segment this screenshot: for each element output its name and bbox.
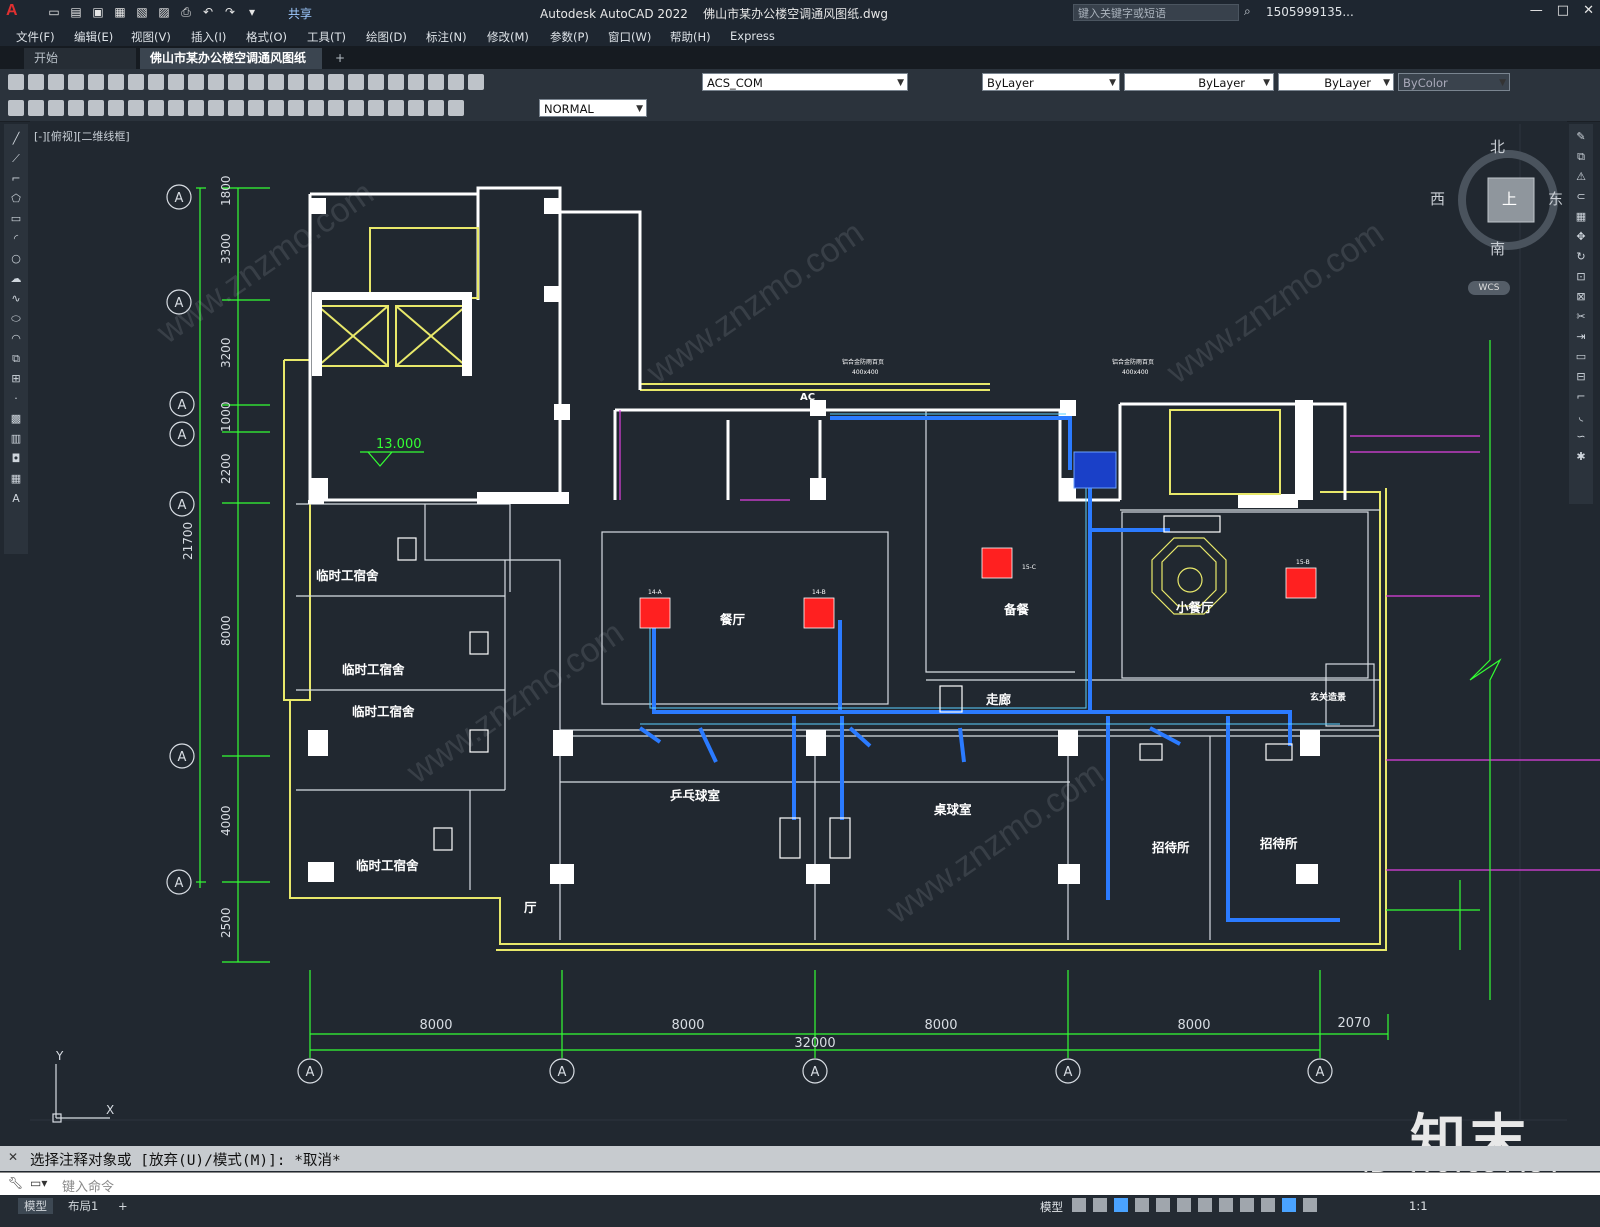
room-label: 乒乓球室: [670, 788, 721, 803]
dim-text: 8000: [1177, 1018, 1210, 1033]
object-snap-icon[interactable]: [1198, 1198, 1212, 1212]
lineweight-icon[interactable]: [1219, 1198, 1233, 1212]
room-label: 临时工宿舍: [352, 704, 415, 719]
grid-bubble-label: A: [558, 1065, 567, 1080]
louver-note: 铝合金防雨百页: [1112, 358, 1154, 366]
air-handler-unit: [1073, 451, 1117, 489]
recent-commands-icon[interactable]: ▭▾: [30, 1176, 47, 1190]
elevation-mark: 13.000: [376, 437, 422, 452]
grid-bubble-label: A: [178, 428, 187, 443]
dim-text: 8000: [419, 1018, 452, 1033]
dim-text: 8000: [924, 1018, 957, 1033]
close-icon[interactable]: ✕: [8, 1150, 18, 1164]
dim-text: 4000: [219, 805, 233, 836]
viewcube-top-face[interactable]: 上: [1502, 188, 1517, 209]
grid-bubble-label: A: [175, 876, 184, 891]
room-label: 走廊: [986, 692, 1012, 707]
grid-bubble-label: A: [178, 398, 187, 413]
grid-bubble-label: A: [175, 191, 184, 206]
status-bar: 模型 布局1 + 模型 1:1: [0, 1196, 1600, 1227]
command-history-text: 选择注释对象或 [放弃(U)/模式(M)]: *取消*: [30, 1153, 341, 1169]
compass-east[interactable]: 东: [1548, 188, 1563, 209]
annotation-visibility-icon[interactable]: [1282, 1198, 1296, 1212]
dim-text: 2070: [1337, 1016, 1370, 1031]
room-label: 小餐厅: [1175, 600, 1214, 615]
snap-icon[interactable]: [1093, 1198, 1107, 1212]
wcs-menu[interactable]: WCS: [1468, 281, 1510, 295]
cad-drawing: A A A A A A A A A A A A 1800 3300 3200 1…: [30, 124, 1600, 1123]
equipment-tag: 14-A: [648, 589, 663, 596]
louver-size: 400x400: [1122, 369, 1149, 376]
ortho-icon[interactable]: [1114, 1198, 1128, 1212]
dim-text: 2200: [219, 453, 233, 484]
dim-text: 3300: [219, 233, 233, 264]
polar-icon[interactable]: [1135, 1198, 1149, 1212]
svg-text:X: X: [106, 1103, 114, 1117]
compass-north[interactable]: 北: [1490, 136, 1505, 157]
louver-note: 铝合金防雨百页: [842, 358, 884, 366]
ucs-icon: [52, 1064, 110, 1123]
viewcube[interactable]: 北 南 东 西 上: [1430, 138, 1566, 259]
room-label: 临时工宿舍: [316, 568, 379, 583]
command-line[interactable]: 🔧︎ ▭▾ 键入命令: [0, 1172, 1600, 1195]
model-space-button[interactable]: 模型: [1040, 1199, 1063, 1215]
dim-text: 8000: [671, 1018, 704, 1033]
selection-cycling-icon[interactable]: [1261, 1198, 1275, 1212]
tab-model[interactable]: 模型: [18, 1198, 53, 1214]
room-label: AC: [800, 392, 815, 403]
room-label: 桌球室: [933, 802, 972, 817]
equipment-tag: 14-B: [812, 589, 826, 596]
grid-bubble-label: A: [178, 498, 187, 513]
svg-text:Y: Y: [55, 1049, 64, 1063]
command-input[interactable]: 键入命令: [62, 1176, 114, 1195]
room-label: 玄关造景: [1310, 691, 1346, 703]
dim-text: 1000: [219, 401, 233, 432]
dim-text: 21700: [181, 522, 195, 560]
dim-total-text: 32000: [794, 1036, 835, 1051]
room-label: 厅: [524, 900, 537, 915]
grid-icon[interactable]: [1072, 1198, 1086, 1212]
wrench-icon[interactable]: 🔧︎: [8, 1176, 23, 1190]
grid-bubble-label: A: [811, 1065, 820, 1080]
dim-text: 2500: [219, 907, 233, 938]
room-label: 招待所: [1260, 836, 1298, 851]
room-label: 临时工宿舍: [356, 858, 419, 873]
object-snap-tracking-icon[interactable]: [1177, 1198, 1191, 1212]
equipment-tag: 15-B: [1296, 559, 1310, 566]
dim-text: 8000: [219, 615, 233, 646]
equipment-tag: 15-C: [1022, 564, 1036, 571]
louver-size: 400x400: [852, 369, 879, 376]
transparency-icon[interactable]: [1240, 1198, 1254, 1212]
compass-west[interactable]: 西: [1430, 188, 1445, 209]
tab-layout1[interactable]: 布局1: [62, 1198, 104, 1214]
annotation-scale[interactable]: 1:1: [1409, 1199, 1428, 1213]
dim-text: 3200: [219, 337, 233, 368]
compass-south[interactable]: 南: [1490, 238, 1505, 259]
room-label: 餐厅: [719, 612, 746, 627]
room-label: 招待所: [1152, 840, 1190, 855]
dim-text: 1800: [219, 175, 233, 206]
grid-bubble-label: A: [1064, 1065, 1073, 1080]
grid-bubble-label: A: [1316, 1065, 1325, 1080]
auto-scale-icon[interactable]: [1303, 1198, 1317, 1212]
room-label: 备餐: [1003, 602, 1030, 617]
isodraft-icon[interactable]: [1156, 1198, 1170, 1212]
add-layout-button[interactable]: +: [112, 1198, 134, 1214]
grid-bubble-label: A: [306, 1065, 315, 1080]
room-label: 临时工宿舍: [342, 662, 405, 677]
command-history: ✕ 选择注释对象或 [放弃(U)/模式(M)]: *取消*: [0, 1146, 1600, 1171]
grid-bubble-label: A: [178, 750, 187, 765]
